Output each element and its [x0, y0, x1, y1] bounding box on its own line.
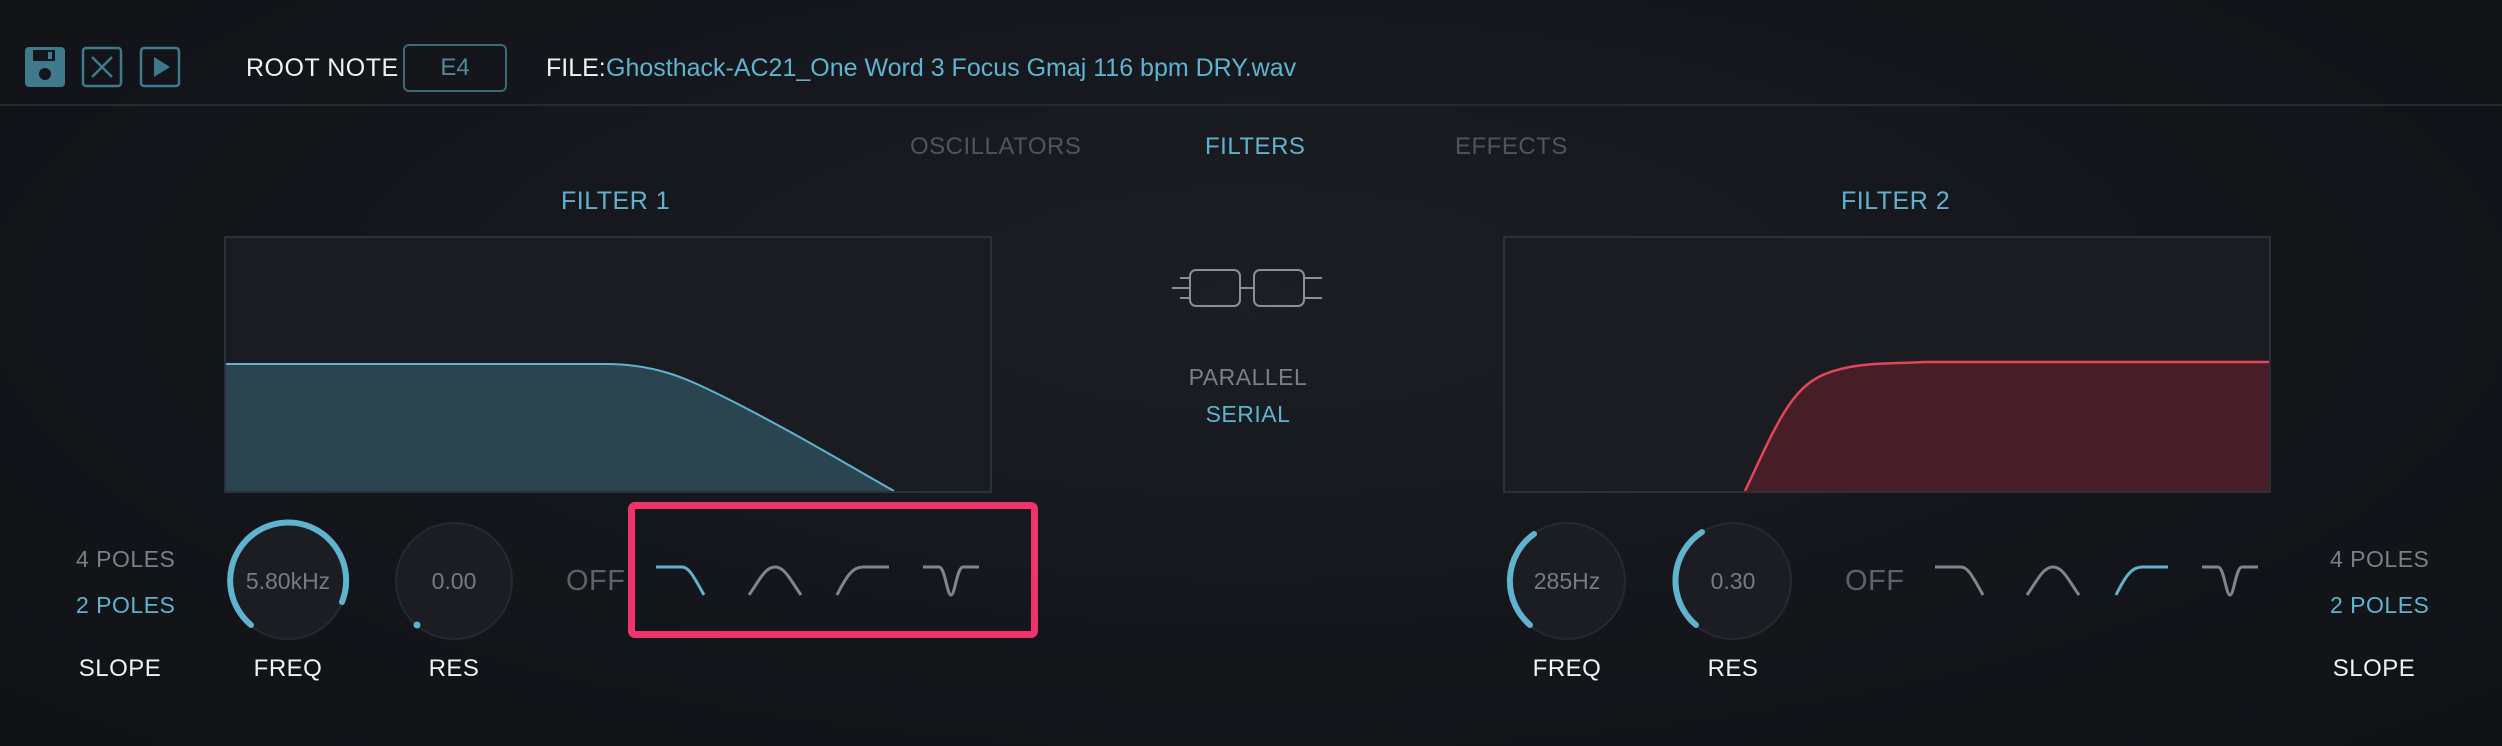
filter1-freq-knob[interactable]: 5.80kHz [225, 518, 351, 644]
filter1-freq-label: FREQ [253, 655, 323, 682]
tab-effects[interactable]: EFFECTS [1455, 133, 1568, 161]
root-note-field[interactable]: E4 [403, 44, 507, 92]
filter1-type-off[interactable]: OFF [566, 565, 626, 598]
filter2-freq-value: 285Hz [1533, 567, 1601, 594]
filter2-freq-knob[interactable]: 285Hz [1504, 518, 1630, 644]
filter2-lowpass-icon[interactable] [1933, 561, 1993, 601]
filter-type-highlight-box [628, 502, 1038, 638]
root-note-label: ROOT NOTE [246, 54, 399, 82]
filter1-response-graph [224, 236, 992, 493]
play-icon[interactable] [139, 46, 181, 88]
filter1-res-value: 0.00 [431, 567, 477, 594]
file-name: Ghosthack-AC21_One Word 3 Focus Gmaj 116… [606, 54, 1297, 82]
filter2-res-label: RES [1707, 655, 1759, 682]
filter2-res-knob[interactable]: 0.30 [1670, 518, 1796, 644]
filter2-highpass-icon[interactable] [2112, 561, 2172, 601]
filter1-res-knob[interactable]: 0.00 [391, 518, 517, 644]
filter-routing-icon[interactable] [1170, 262, 1326, 314]
filter1-title: FILTER 1 [561, 187, 671, 215]
filter1-res-label: RES [428, 655, 480, 682]
filter2-notch-icon[interactable] [2200, 561, 2260, 601]
filter2-title: FILTER 2 [1841, 187, 1951, 215]
filter2-res-value: 0.30 [1710, 567, 1756, 594]
filter2-freq-label: FREQ [1532, 655, 1602, 682]
routing-parallel[interactable]: PARALLEL [1148, 364, 1348, 391]
file-label: FILE: [546, 54, 606, 82]
filter1-slope-2-poles[interactable]: 2 POLES [76, 592, 175, 619]
save-icon[interactable] [24, 46, 66, 88]
tab-oscillators[interactable]: OSCILLATORS [910, 133, 1081, 161]
close-icon[interactable] [81, 46, 123, 88]
filter2-slope-2-poles[interactable]: 2 POLES [2330, 592, 2429, 619]
filter1-slope-label: SLOPE [78, 655, 162, 682]
filter2-type-off[interactable]: OFF [1845, 565, 1905, 598]
filter1-slope-4-poles[interactable]: 4 POLES [76, 546, 175, 573]
filter2-slope-4-poles[interactable]: 4 POLES [2330, 546, 2429, 573]
filter1-freq-value: 5.80kHz [245, 567, 331, 594]
toolbar-divider [0, 104, 2502, 106]
routing-serial[interactable]: SERIAL [1148, 401, 1348, 428]
tab-filters[interactable]: FILTERS [1205, 133, 1305, 161]
filter2-slope-label: SLOPE [2332, 655, 2416, 682]
filter2-bandpass-icon[interactable] [2023, 561, 2083, 601]
filter2-response-graph [1503, 236, 2271, 493]
